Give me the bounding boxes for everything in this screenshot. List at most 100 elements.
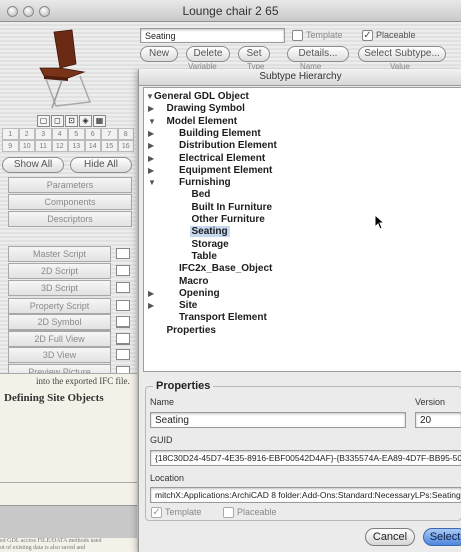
tree-node[interactable]: Site xyxy=(179,300,197,312)
tree-node[interactable]: Electrical Element xyxy=(179,153,265,165)
tree-node-label: Storage xyxy=(191,238,229,250)
tree-node[interactable]: IFC2x_Base_Object xyxy=(179,263,272,275)
2d-script-window-icon[interactable] xyxy=(116,265,130,277)
script-number-cell[interactable]: 7 xyxy=(101,128,118,140)
script-number-cell[interactable]: 8 xyxy=(117,128,134,140)
tree-node[interactable]: Opening xyxy=(179,288,220,300)
doc-bottom-line-1: ed GDL access FILE/DATA methods used xyxy=(0,538,102,544)
tree-node[interactable]: Table xyxy=(192,251,217,263)
disclosure-expanded-icon[interactable]: ▼ xyxy=(148,116,156,128)
disclosure-collapsed-icon[interactable]: ▶ xyxy=(148,165,154,177)
delete-button[interactable]: Delete xyxy=(186,46,230,62)
template-checkbox-dialog[interactable]: ✓ xyxy=(151,507,162,518)
doc-bottom-line-2: ot of existing data is also saved and xyxy=(0,545,86,551)
tree-node[interactable]: General GDL Object xyxy=(154,91,249,103)
parameters-button[interactable]: Parameters xyxy=(8,177,132,193)
disclosure-collapsed-icon[interactable]: ▶ xyxy=(148,300,154,312)
tree-node[interactable]: Distribution Element xyxy=(179,140,277,152)
disclosure-collapsed-icon[interactable]: ▶ xyxy=(148,128,154,140)
view-mode-icon-4[interactable]: ◈ xyxy=(79,115,92,127)
tree-node[interactable]: Building Element xyxy=(179,128,261,140)
master-script-window-icon[interactable] xyxy=(116,248,130,259)
2d-symbol-window-icon[interactable] xyxy=(116,316,130,327)
tree-node-label: IFC2x_Base_Object xyxy=(179,263,273,275)
tree-node[interactable]: Drawing Symbol xyxy=(167,103,245,115)
view-mode-icon-2[interactable]: ◻ xyxy=(51,115,64,127)
disclosure-expanded-icon[interactable]: ▼ xyxy=(148,177,156,189)
property-script-window-icon[interactable] xyxy=(116,299,130,311)
2d-full-view-window-icon[interactable] xyxy=(116,332,130,344)
template-checkbox[interactable] xyxy=(292,30,303,41)
hide-all-button[interactable]: Hide All xyxy=(70,157,132,173)
view-mode-icon-1[interactable]: ▢ xyxy=(37,115,50,127)
select-subtype-button[interactable]: Select Subtype... xyxy=(358,46,446,62)
view-icon-row: ▢ ◻ ⊡ ◈ ▦ xyxy=(37,115,107,127)
show-all-button[interactable]: Show All xyxy=(2,157,64,173)
view-mode-icon-5[interactable]: ▦ xyxy=(93,115,106,127)
placeable-checkbox-dialog[interactable] xyxy=(223,507,234,518)
chair-preview-image xyxy=(39,29,92,109)
components-button[interactable]: Components xyxy=(8,194,132,210)
disclosure-collapsed-icon[interactable]: ▶ xyxy=(148,140,154,152)
set-button[interactable]: Set xyxy=(238,46,270,62)
tree-node[interactable]: Properties xyxy=(167,325,216,337)
disclosure-collapsed-icon[interactable]: ▶ xyxy=(148,153,154,165)
version-field[interactable]: 20 xyxy=(415,412,461,428)
script-number-cell[interactable]: 6 xyxy=(84,128,101,140)
descriptors-button[interactable]: Descriptors xyxy=(8,211,132,227)
guid-field[interactable]: {18C30D24-45D7-4E35-8916-EBF00542D4AF}-{… xyxy=(150,450,461,466)
tree-node-label: Opening xyxy=(179,287,220,299)
script-number-cell[interactable]: 2 xyxy=(18,128,35,140)
tree-node[interactable]: Macro xyxy=(179,276,208,288)
disclosure-collapsed-icon[interactable]: ▶ xyxy=(148,288,154,300)
window-title: Lounge chair 2 65 xyxy=(182,4,279,18)
script-number-cell[interactable]: 15 xyxy=(101,140,118,152)
tree-node[interactable]: Furnishing xyxy=(179,177,231,189)
disclosure-collapsed-icon[interactable]: ▶ xyxy=(148,103,154,115)
property-script-button[interactable]: Property Script xyxy=(8,297,111,314)
tree-node-label: Bed xyxy=(191,189,211,201)
3d-view-button[interactable]: 3D View xyxy=(8,347,111,363)
script-number-cell[interactable]: 5 xyxy=(68,128,85,140)
tree-node-label: Furnishing xyxy=(179,177,231,189)
location-field[interactable]: mitchX:Applications:ArchiCAD 8 folder:Ad… xyxy=(150,487,461,503)
script-number-cell[interactable]: 12 xyxy=(51,140,68,152)
tree-node-label: Distribution Element xyxy=(179,140,277,152)
name-field[interactable]: Seating xyxy=(140,28,285,43)
2d-symbol-button[interactable]: 2D Symbol xyxy=(8,314,111,330)
2d-full-view-button[interactable]: 2D Full View xyxy=(8,330,111,347)
script-number-cell[interactable]: 4 xyxy=(51,128,68,140)
tree-node[interactable]: Seating xyxy=(189,226,230,238)
script-number-cell[interactable]: 10 xyxy=(18,140,35,152)
3d-script-window-icon[interactable] xyxy=(116,282,130,294)
master-script-button[interactable]: Master Script xyxy=(8,246,111,262)
guid-label: GUID xyxy=(150,435,173,445)
script-number-cell[interactable]: 13 xyxy=(68,140,85,152)
doc-text-line: into the exported IFC file. xyxy=(36,376,130,386)
tree-node[interactable]: Transport Element xyxy=(179,312,267,324)
disclosure-expanded-icon[interactable]: ▼ xyxy=(146,91,154,103)
3d-script-button[interactable]: 3D Script xyxy=(8,280,111,297)
details-button[interactable]: Details... xyxy=(287,46,349,62)
tree-node[interactable]: Built In Furniture xyxy=(192,202,273,214)
select-button[interactable]: Select xyxy=(423,528,461,546)
tree-node[interactable]: Model Element xyxy=(167,116,238,128)
tree-node[interactable]: Bed xyxy=(192,189,211,201)
3d-view-window-icon[interactable] xyxy=(116,349,130,360)
subtype-tree[interactable]: ▼ General GDL Object ▶ Drawing Symbol ▼ Model… xyxy=(143,87,461,372)
script-number-cell[interactable]: 16 xyxy=(117,140,134,152)
tree-node[interactable]: Other Furniture xyxy=(192,214,265,226)
script-number-cell[interactable]: 14 xyxy=(84,140,101,152)
placeable-checkbox[interactable]: ✓ xyxy=(362,30,373,41)
2d-script-button[interactable]: 2D Script xyxy=(8,263,111,280)
script-number-cell[interactable]: 11 xyxy=(35,140,52,152)
script-number-cell[interactable]: 9 xyxy=(2,140,19,152)
tree-node[interactable]: Equipment Element xyxy=(179,165,272,177)
view-mode-icon-3[interactable]: ⊡ xyxy=(65,115,78,127)
new-button[interactable]: New xyxy=(140,46,178,62)
tree-node[interactable]: Storage xyxy=(192,239,229,251)
script-number-cell[interactable]: 1 xyxy=(2,128,19,140)
cancel-button[interactable]: Cancel xyxy=(365,528,415,546)
script-number-cell[interactable]: 3 xyxy=(35,128,52,140)
subtype-name-field[interactable]: Seating xyxy=(150,412,406,428)
